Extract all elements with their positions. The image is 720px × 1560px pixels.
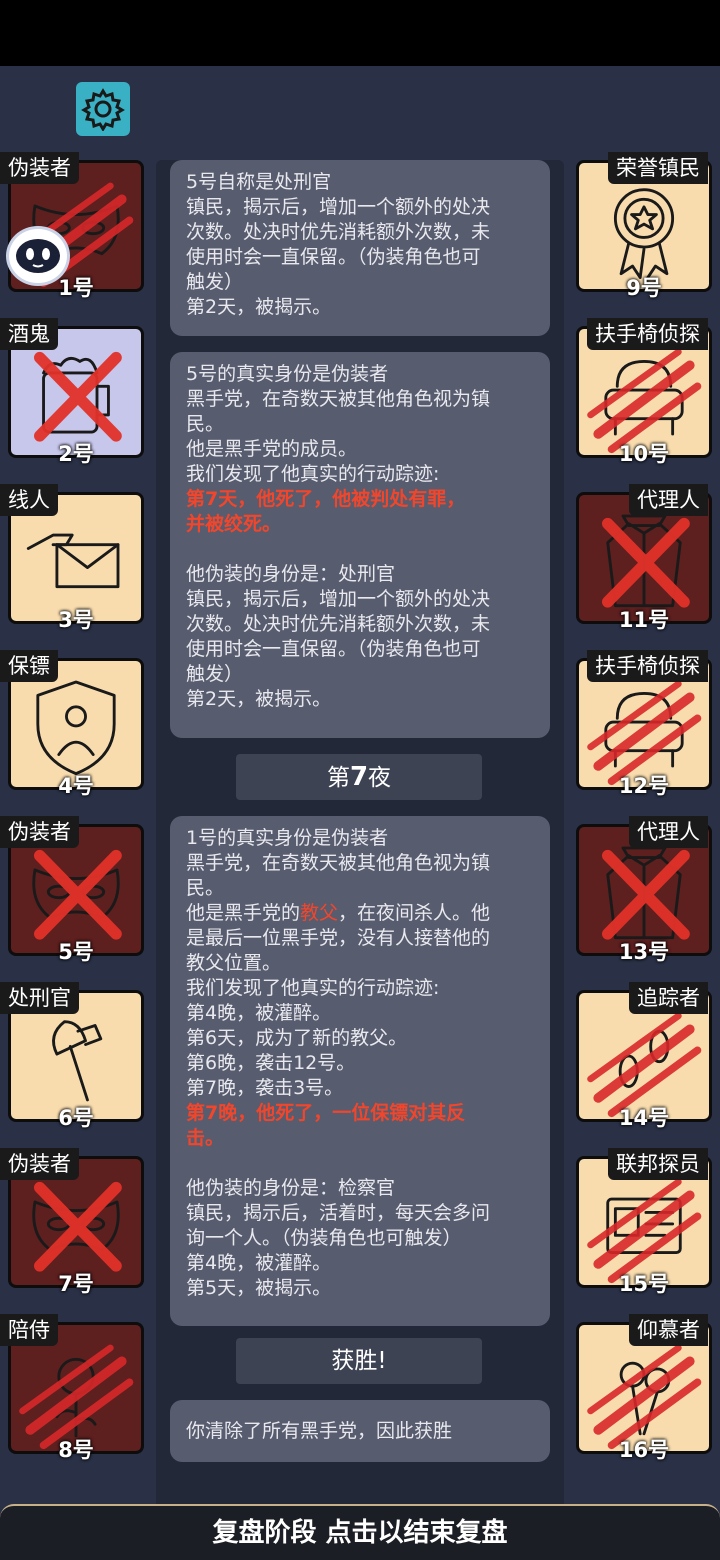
role-label: 伪装者 xyxy=(0,152,79,184)
log-line: 第6晚，袭击12号。 xyxy=(186,1052,356,1074)
log-line: 第6天，成为了新的教父。 xyxy=(186,1027,408,1049)
log-line: 询一个人。（伪装角色也可触发） xyxy=(186,1227,462,1249)
log-line: 5号的真实身份是伪装者 xyxy=(186,363,389,385)
chat-bot-avatar[interactable] xyxy=(6,226,70,286)
player-seat-10[interactable]: 扶手椅侦探 10号 xyxy=(568,318,712,466)
log-line-death: 并被绞死。 xyxy=(186,513,282,535)
log-entry-identity-1: 1号的真实身份是伪装者 黑手党，在奇数天被其他角色视为镇 民。 他是黑手党的教父… xyxy=(170,816,550,1326)
log-line: 我们发现了他真实的行动踪迹: xyxy=(186,977,440,999)
end-review-button[interactable]: 复盘阶段 点击以结束复盘 xyxy=(0,1504,720,1560)
log-line: 第4晚，被灌醉。 xyxy=(186,1002,332,1024)
role-label: 扶手椅侦探 xyxy=(587,650,708,682)
player-number: 11号 xyxy=(618,608,670,632)
log-line: 镇民，揭示后，增加一个额外的处决 xyxy=(186,588,491,610)
log-line: 是最后一位黑手党，没有人接替他的 xyxy=(186,927,491,949)
game-log-panel[interactable]: 5号自称是处刑官 镇民，揭示后，增加一个额外的处决 次数。处决时优先消耗额外次数… xyxy=(156,160,564,1534)
log-line: 黑手党，在奇数天被其他角色视为镇 xyxy=(186,852,491,874)
log-line: 触发） xyxy=(186,663,244,685)
log-line: 第2天，被揭示。 xyxy=(186,296,332,318)
player-seat-7[interactable]: 伪装者 7号 xyxy=(0,1148,144,1296)
role-label: 联邦探员 xyxy=(608,1148,708,1180)
review-screen: 伪装者 1号 酒鬼 2号 线人 3号 保镖 4号 伪装者 5号 处刑官 6号 伪装者 7号 陪侍 8号 荣誉镇… xyxy=(0,66,720,1560)
log-line: 他伪装的身份是：处刑官 xyxy=(186,563,396,585)
log-line-death: 第7晚，他死了，一位保镖对其反 xyxy=(186,1102,466,1124)
log-line: 教父位置。 xyxy=(186,952,282,974)
player-seat-12[interactable]: 扶手椅侦探 12号 xyxy=(568,650,712,798)
player-seat-9[interactable]: 荣誉镇民 9号 xyxy=(568,152,712,300)
log-line: 民。 xyxy=(186,877,225,899)
role-label: 代理人 xyxy=(629,816,708,848)
robot-face-icon xyxy=(16,239,60,273)
role-label: 保镖 xyxy=(0,650,58,682)
log-entry-identity-5: 5号的真实身份是伪装者 黑手党，在奇数天被其他角色视为镇 民。 他是黑手党的成员… xyxy=(170,352,550,738)
night-divider: 第7夜 xyxy=(236,754,482,800)
log-line: 次数。处决时优先消耗额外次数，未 xyxy=(186,613,491,635)
victory-text: 你清除了所有黑手党，因此获胜 xyxy=(186,1420,453,1442)
role-label: 伪装者 xyxy=(0,816,79,848)
role-label: 线人 xyxy=(0,484,58,516)
role-label: 酒鬼 xyxy=(0,318,58,350)
log-line: 5号自称是处刑官 xyxy=(186,171,332,193)
player-number: 6号 xyxy=(58,1106,94,1130)
log-line: 镇民，揭示后，活着时，每天会多问 xyxy=(186,1202,491,1224)
log-line: 第2天，被揭示。 xyxy=(186,688,332,710)
player-number: 4号 xyxy=(58,774,94,798)
player-number: 9号 xyxy=(626,276,662,300)
log-line: 他是黑手党的成员。 xyxy=(186,438,358,460)
player-number: 13号 xyxy=(618,940,670,964)
player-seat-8[interactable]: 陪侍 8号 xyxy=(0,1314,144,1462)
role-label: 扶手椅侦探 xyxy=(587,318,708,350)
log-line: 镇民，揭示后，增加一个额外的处决 xyxy=(186,196,491,218)
log-line: 我们发现了他真实的行动踪迹: xyxy=(186,463,440,485)
log-line: 使用时会一直保留。（伪装角色也可 xyxy=(186,246,481,268)
player-number: 5号 xyxy=(58,940,94,964)
player-seat-15[interactable]: 联邦探员 15号 xyxy=(568,1148,712,1296)
player-number: 14号 xyxy=(618,1106,670,1130)
player-seat-14[interactable]: 追踪者 14号 xyxy=(568,982,712,1130)
role-label: 陪侍 xyxy=(0,1314,58,1346)
log-line-death: 击。 xyxy=(186,1127,225,1149)
player-number: 8号 xyxy=(58,1438,94,1462)
role-label: 代理人 xyxy=(629,484,708,516)
player-number: 3号 xyxy=(58,608,94,632)
log-line: 第4晚，被灌醉。 xyxy=(186,1252,332,1274)
player-number: 15号 xyxy=(618,1272,670,1296)
player-number: 2号 xyxy=(58,442,94,466)
log-entry-victory: 你清除了所有黑手党，因此获胜 xyxy=(170,1400,550,1462)
log-line: 他伪装的身份是：检察官 xyxy=(186,1177,396,1199)
player-seat-11[interactable]: 代理人 11号 xyxy=(568,484,712,632)
log-line-death: 第7天，他死了，他被判处有罪， xyxy=(186,488,466,510)
player-seat-13[interactable]: 代理人 13号 xyxy=(568,816,712,964)
player-seat-16[interactable]: 仰慕者 16号 xyxy=(568,1314,712,1462)
role-label: 荣誉镇民 xyxy=(608,152,708,184)
log-line: 1号的真实身份是伪装者 xyxy=(186,827,389,849)
role-label: 处刑官 xyxy=(0,982,79,1014)
player-number: 16号 xyxy=(618,1438,670,1462)
player-seat-4[interactable]: 保镖 4号 xyxy=(0,650,144,798)
victory-divider: 获胜! xyxy=(236,1338,482,1384)
player-seat-3[interactable]: 线人 3号 xyxy=(0,484,144,632)
log-line: 次数。处决时优先消耗额外次数，未 xyxy=(186,221,491,243)
log-line: 黑手党，在奇数天被其他角色视为镇 xyxy=(186,388,491,410)
player-number: 12号 xyxy=(618,774,670,798)
player-seat-6[interactable]: 处刑官 6号 xyxy=(0,982,144,1130)
role-label: 伪装者 xyxy=(0,1148,79,1180)
player-seat-2[interactable]: 酒鬼 2号 xyxy=(0,318,144,466)
log-line: 使用时会一直保留。（伪装角色也可 xyxy=(186,638,481,660)
log-entry-claim: 5号自称是处刑官 镇民，揭示后，增加一个额外的处决 次数。处决时优先消耗额外次数… xyxy=(170,160,550,336)
role-label: 追踪者 xyxy=(629,982,708,1014)
player-number: 7号 xyxy=(58,1272,94,1296)
player-number: 10号 xyxy=(618,442,670,466)
role-label: 仰慕者 xyxy=(629,1314,708,1346)
log-line: 他是黑手党的教父，在夜间杀人。他 xyxy=(186,902,491,924)
log-line: 民。 xyxy=(186,413,225,435)
player-seat-5[interactable]: 伪装者 5号 xyxy=(0,816,144,964)
log-line: 第5天，被揭示。 xyxy=(186,1277,332,1299)
settings-button[interactable] xyxy=(76,82,130,136)
log-line: 第7晚，袭击3号。 xyxy=(186,1077,344,1099)
log-line: 触发） xyxy=(186,271,244,293)
gear-icon xyxy=(81,88,125,131)
